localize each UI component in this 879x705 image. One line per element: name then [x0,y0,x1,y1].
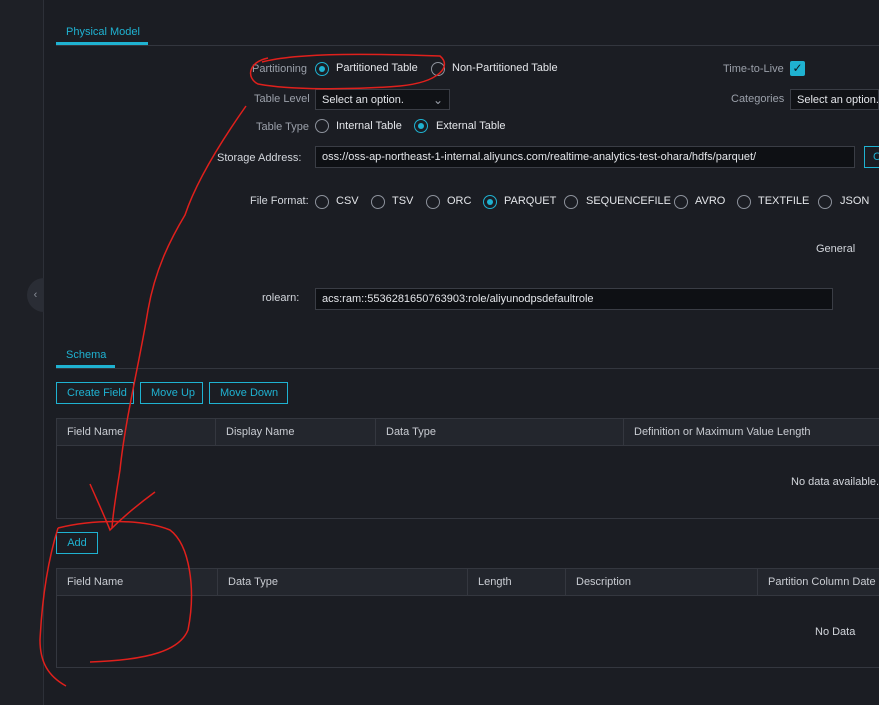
non-partitioned-table-label: Non-Partitioned Table [452,62,558,74]
partition-col-length: Length [467,569,565,596]
fields-table-header: Field Name Display Name Data Type Defini… [57,419,879,446]
fields-col-data-type: Data Type [375,419,623,446]
create-field-button[interactable]: Create Field [56,382,134,404]
format-orc-label: ORC [447,195,472,207]
partition-col-field-name: Field Name [67,576,124,588]
partition-col-description: Description [565,569,757,596]
partitioned-table-radio[interactable] [315,62,329,76]
fields-col-field-name: Field Name [67,426,124,438]
format-parquet-radio[interactable] [483,195,497,209]
storage-address-action-button[interactable]: C [864,146,879,168]
external-table-label: External Table [436,120,506,132]
schema-tab-divider [56,368,879,369]
rolearn-input[interactable]: acs:ram::5536281650763903:role/aliyunodp… [315,288,833,310]
format-parquet-label: PARQUET [504,195,557,207]
move-down-button[interactable]: Move Down [209,382,288,404]
main-panel: Physical Model Partitioning Partitioned … [45,0,879,705]
partitioning-label: Partitioning [252,63,308,75]
format-json-label: JSON [840,195,870,207]
categories-select[interactable]: Select an option. [790,89,879,110]
format-textfile-radio[interactable] [737,195,751,209]
format-textfile-label: TEXTFILE [758,195,810,207]
partition-table-header: Field Name Data Type Length Description … [57,569,879,596]
table-level-label: Table Level [254,93,310,105]
storage-address-input[interactable]: oss://oss-ap-northeast-1-internal.aliyun… [315,146,855,168]
format-sequencefile-label: SEQUENCEFILE [586,195,671,207]
chevron-down-icon: ⌄ [432,93,443,107]
partition-col-date-format: Partition Column Date F [757,569,879,596]
rolearn-value: acs:ram::5536281650763903:role/aliyunodp… [322,293,594,305]
time-to-live-checkbox[interactable]: ✓ [790,61,805,76]
partition-col-data-type: Data Type [217,569,467,596]
partition-table: Field Name Data Type Length Description … [56,568,879,668]
tab-schema[interactable]: Schema [66,349,106,361]
chevron-left-icon: ‹ [33,289,38,301]
external-table-radio[interactable] [414,119,428,133]
format-sequencefile-radio[interactable] [564,195,578,209]
add-button[interactable]: Add [56,532,98,554]
table-type-label: Table Type [256,121,310,133]
storage-address-value: oss://oss-ap-northeast-1-internal.aliyun… [322,151,757,163]
format-csv-radio[interactable] [315,195,329,209]
rolearn-label: rolearn: [262,292,300,304]
partitioned-table-label: Partitioned Table [336,62,418,74]
internal-table-radio[interactable] [315,119,329,133]
fields-table-empty: No data available. [791,476,879,488]
general-label: General [816,243,856,255]
fields-table: Field Name Display Name Data Type Defini… [56,418,879,519]
tab-physical-model[interactable]: Physical Model [66,26,140,38]
internal-table-label: Internal Table [336,120,402,132]
format-orc-radio[interactable] [426,195,440,209]
categories-placeholder: Select an option. [797,94,879,106]
left-rail [0,0,44,705]
partition-table-empty: No Data [815,626,856,638]
format-tsv-label: TSV [392,195,414,207]
format-avro-label: AVRO [695,195,726,207]
table-level-placeholder: Select an option. [322,94,404,106]
format-json-radio[interactable] [818,195,832,209]
tab-divider [56,45,879,46]
categories-label: Categories [731,93,785,105]
check-icon: ✓ [792,61,803,75]
format-avro-radio[interactable] [674,195,688,209]
file-format-label: File Format: [250,195,309,207]
format-tsv-radio[interactable] [371,195,385,209]
format-csv-label: CSV [336,195,359,207]
time-to-live-label: Time-to-Live [723,63,784,75]
fields-col-definition: Definition or Maximum Value Length [623,419,879,446]
non-partitioned-table-radio[interactable] [431,62,445,76]
fields-col-display-name: Display Name [215,419,375,446]
table-level-select[interactable]: Select an option. ⌄ [315,89,450,110]
move-up-button[interactable]: Move Up [140,382,203,404]
storage-address-label: Storage Address: [217,152,302,164]
